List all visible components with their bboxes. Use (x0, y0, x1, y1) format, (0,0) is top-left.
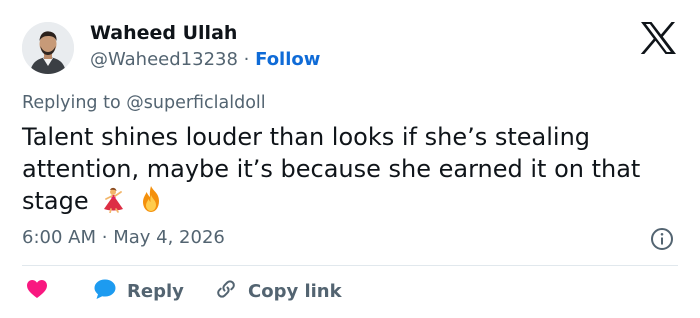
x-logo-icon[interactable] (639, 21, 677, 55)
divider (22, 265, 678, 266)
author-name[interactable]: Waheed Ullah (90, 22, 237, 44)
copy-link-button[interactable]: Copy link (214, 278, 342, 304)
speech-bubble-icon (93, 278, 117, 304)
follow-button[interactable]: Follow (255, 49, 320, 70)
tweet-time: 6:00 AM (22, 227, 96, 248)
handle-separator: · (243, 49, 250, 70)
tweet-embed-card: Waheed Ullah @Waheed13238 · Follow Reply… (0, 0, 700, 318)
dancer-emoji-icon (100, 187, 126, 221)
copy-link-label: Copy link (248, 280, 342, 302)
replying-to-line: Replying to @superficlaldoll (22, 93, 266, 113)
timestamp-separator: · (101, 227, 108, 248)
replying-to-prefix: Replying to (22, 93, 121, 113)
info-icon[interactable] (650, 227, 674, 251)
tweet-text: Talent shines louder than looks if she’s… (22, 121, 682, 221)
reply-label: Reply (127, 280, 184, 302)
heart-icon (26, 279, 48, 303)
replying-to-mention[interactable]: @superficlaldoll (126, 93, 265, 113)
tweet-timestamp[interactable]: 6:00 AM · May 4, 2026 (22, 227, 225, 248)
author-handle[interactable]: @Waheed13238 (90, 49, 238, 70)
fire-emoji-icon (138, 185, 164, 221)
reply-button[interactable]: Reply (93, 278, 184, 304)
avatar[interactable] (22, 22, 74, 74)
link-icon (214, 277, 238, 305)
author-handle-row: @Waheed13238 · Follow (90, 49, 320, 70)
like-button[interactable] (26, 278, 48, 304)
tweet-date: May 4, 2026 (113, 227, 225, 248)
